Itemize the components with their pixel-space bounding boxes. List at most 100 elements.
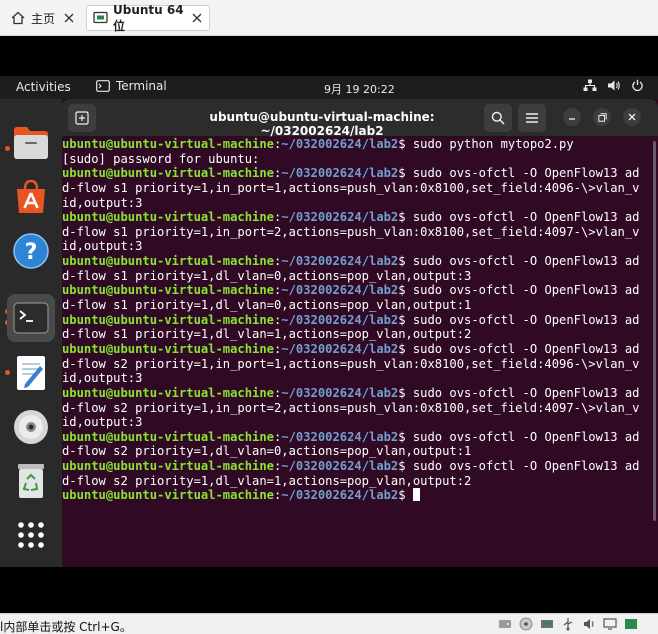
new-tab-button[interactable] — [68, 104, 96, 132]
usb-icon[interactable] — [560, 617, 575, 631]
command-text: sudo ovs-ofctl -O OpenFlow13 ad — [412, 210, 640, 225]
new-tab-icon — [75, 111, 89, 125]
prompt-symbol: $ — [398, 210, 413, 225]
help-icon: ? — [13, 233, 49, 269]
tab-ubuntu-vm[interactable]: Ubuntu 64 位 — [86, 2, 210, 33]
prompt-path: ~/032002624/lab2 — [281, 254, 399, 269]
app-store-icon — [17, 179, 45, 213]
output-line: d-flow s1 priority=1,in_port=2,actions=p… — [62, 224, 640, 239]
display-icon[interactable] — [602, 617, 617, 631]
prompt-line: ubuntu@ubuntu-virtual-machine:~/03200262… — [62, 386, 658, 401]
terminal-launcher[interactable] — [7, 294, 55, 342]
dvd-icon — [14, 410, 48, 444]
tab-home-label: 主页 — [31, 11, 56, 26]
close-icon — [628, 113, 636, 121]
output-line: d-flow s2 priority=1,dl_vlan=0,actions=p… — [62, 444, 472, 459]
prompt-symbol: $ — [398, 283, 413, 298]
prompt-path: ~/032002624/lab2 — [281, 385, 399, 400]
system-tray[interactable] — [583, 79, 644, 92]
prompt-line: ubuntu@ubuntu-virtual-machine:~/03200262… — [62, 137, 658, 152]
prompt-symbol: $ — [398, 166, 413, 181]
command-text: sudo python mytopo2.py — [412, 137, 574, 151]
vmware-tab-bar: 主页 Ubuntu 64 位 — [0, 0, 658, 36]
prompt-user: ubuntu@ubuntu-virtual-machine — [62, 429, 274, 444]
gnome-top-bar: Activities Terminal 9月 19 20:22 — [0, 76, 658, 99]
network-icon — [583, 79, 597, 91]
close-icon[interactable] — [62, 11, 76, 25]
terminal-title: ubuntu@ubuntu-virtual-machine: ~/0320026… — [209, 110, 435, 138]
search-button[interactable] — [484, 104, 512, 132]
terminal-output[interactable]: ubuntu@ubuntu-virtual-machine:~/03200262… — [62, 136, 658, 567]
hamburger-icon — [526, 113, 538, 123]
prompt-line: ubuntu@ubuntu-virtual-machine:~/03200262… — [62, 313, 658, 328]
prompt-line: ubuntu@ubuntu-virtual-machine:~/03200262… — [62, 210, 658, 225]
output-line: id,output:3 — [62, 371, 143, 386]
output-line: d-flow s1 priority=1,dl_vlan=1,actions=p… — [62, 327, 472, 342]
minimize-icon — [569, 118, 575, 120]
hard-disk-icon[interactable] — [497, 617, 512, 631]
prompt-symbol: $ — [398, 312, 413, 327]
prompt-line: ubuntu@ubuntu-virtual-machine:~/03200262… — [62, 459, 658, 474]
dvd-launcher[interactable] — [7, 403, 55, 451]
home-icon — [10, 10, 26, 26]
minimize-button[interactable] — [563, 108, 581, 126]
prompt-user: ubuntu@ubuntu-virtual-machine — [62, 459, 274, 474]
maximize-button[interactable] — [593, 108, 611, 126]
close-button[interactable] — [623, 108, 641, 126]
command-text: sudo ovs-ofctl -O OpenFlow13 ad — [412, 459, 640, 474]
cd-icon[interactable] — [518, 617, 533, 631]
command-text: sudo ovs-ofctl -O OpenFlow13 ad — [412, 254, 640, 269]
output-line: [sudo] password for ubuntu: — [62, 151, 260, 166]
command-text: sudo ovs-ofctl -O OpenFlow13 ad — [412, 385, 640, 400]
show-applications-button[interactable] — [7, 511, 55, 559]
restore-icon — [597, 112, 607, 122]
output-line: d-flow s1 priority=1,dl_vlan=0,actions=p… — [62, 268, 472, 283]
prompt-path: ~/032002624/lab2 — [281, 459, 399, 474]
tab-home[interactable]: 主页 — [4, 5, 82, 31]
network-adapter-icon[interactable] — [539, 617, 554, 631]
help-launcher[interactable]: ? — [7, 227, 55, 275]
output-line: d-flow s1 priority=1,dl_vlan=0,actions=p… — [62, 298, 472, 313]
prompt-user: ubuntu@ubuntu-virtual-machine — [62, 488, 274, 503]
prompt-symbol: $ — [398, 488, 413, 503]
command-text: sudo ovs-ofctl -O OpenFlow13 ad — [412, 283, 640, 298]
sound-icon[interactable] — [581, 617, 596, 631]
files-icon — [14, 127, 48, 159]
prompt-line: ubuntu@ubuntu-virtual-machine:~/03200262… — [62, 342, 658, 357]
activities-button[interactable]: Activities — [16, 80, 71, 94]
fullscreen-icon[interactable] — [623, 617, 638, 631]
prompt-user: ubuntu@ubuntu-virtual-machine — [62, 312, 274, 327]
prompt-user: ubuntu@ubuntu-virtual-machine — [62, 166, 274, 181]
prompt-line: ubuntu@ubuntu-virtual-machine:~/03200262… — [62, 488, 658, 503]
app-store-launcher[interactable] — [7, 173, 55, 221]
prompt-symbol: $ — [398, 385, 413, 400]
prompt-path: ~/032002624/lab2 — [281, 210, 399, 225]
app-menu-terminal[interactable]: Terminal — [96, 79, 167, 93]
prompt-user: ubuntu@ubuntu-virtual-machine — [62, 137, 274, 151]
device-icons — [497, 617, 638, 631]
files-launcher[interactable] — [7, 119, 55, 167]
terminal-scrollbar[interactable] — [653, 141, 656, 521]
trash-launcher[interactable] — [7, 457, 55, 505]
command-text: sudo ovs-ofctl -O OpenFlow13 ad — [412, 341, 640, 356]
prompt-symbol: $ — [398, 429, 413, 444]
prompt-symbol: $ — [398, 137, 413, 151]
svg-text:?: ? — [25, 240, 38, 265]
search-icon — [491, 111, 505, 125]
vm-letterbox-top — [0, 37, 658, 76]
command-text: sudo ovs-ofctl -O OpenFlow13 ad — [412, 429, 640, 444]
text-editor-launcher[interactable] — [7, 349, 55, 397]
output-line: d-flow s2 priority=1,in_port=1,actions=p… — [62, 356, 640, 371]
prompt-path: ~/032002624/lab2 — [281, 429, 399, 444]
terminal-icon — [13, 302, 49, 334]
prompt-line: ubuntu@ubuntu-virtual-machine:~/03200262… — [62, 166, 658, 181]
tab-ubuntu-label: Ubuntu 64 位 — [113, 2, 184, 33]
vm-icon — [93, 10, 108, 26]
menu-button[interactable] — [518, 104, 546, 132]
output-line: d-flow s2 priority=1,dl_vlan=1,actions=p… — [62, 473, 472, 488]
prompt-user: ubuntu@ubuntu-virtual-machine — [62, 341, 274, 356]
ubuntu-dock: ? — [0, 99, 62, 567]
prompt-user: ubuntu@ubuntu-virtual-machine — [62, 283, 274, 298]
clock[interactable]: 9月 19 20:22 — [324, 81, 395, 97]
close-icon[interactable] — [191, 11, 204, 25]
